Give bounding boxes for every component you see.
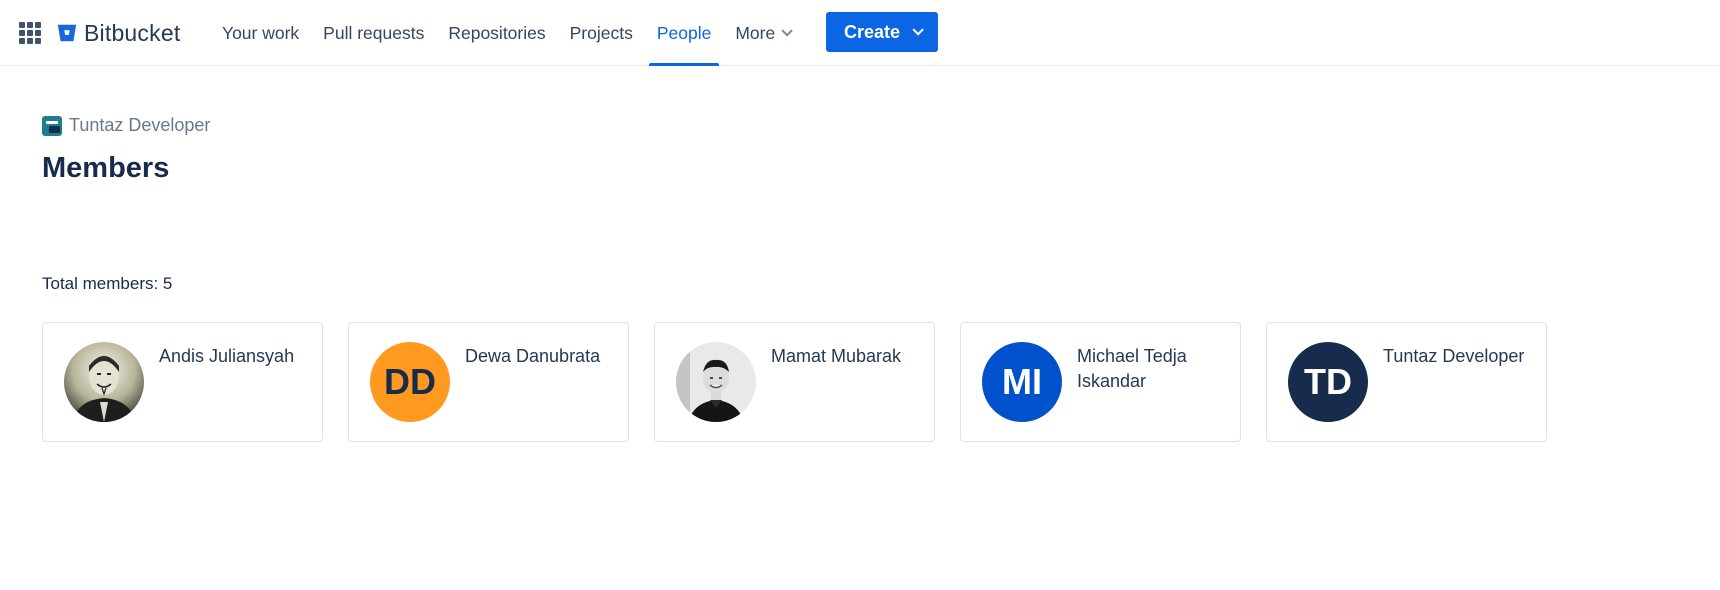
nav-projects[interactable]: Projects: [558, 0, 645, 66]
nav-your-work[interactable]: Your work: [210, 0, 311, 66]
breadcrumb: Tuntaz Developer: [42, 115, 210, 136]
member-card[interactable]: DD Dewa Danubrata: [348, 322, 629, 442]
brand-name: Bitbucket: [84, 19, 181, 46]
total-members-count: Total members: 5: [42, 274, 173, 293]
nav-more-label: More: [735, 22, 776, 43]
member-card[interactable]: MI Michael Tedja Iskandar: [960, 322, 1241, 442]
avatar: [676, 342, 756, 422]
avatar: DD: [370, 342, 450, 422]
member-name: Dewa Danubrata: [465, 346, 601, 366]
chevron-down-icon: [781, 25, 793, 37]
app-switcher-icon[interactable]: [19, 22, 41, 44]
nav-more[interactable]: More: [723, 0, 801, 66]
bitbucket-logo[interactable]: Bitbucket: [56, 18, 180, 48]
member-list: Andis Juliansyah DD Dewa Danubrata Mamat…: [42, 322, 1547, 442]
breadcrumb-workspace-link[interactable]: Tuntaz Developer: [69, 115, 210, 136]
mask-avatar-image: [64, 342, 144, 422]
bitbucket-logo-icon: [57, 24, 77, 42]
avatar: TD: [1288, 342, 1368, 422]
member-name: Tuntaz Developer: [1383, 346, 1525, 366]
main-nav: Your work Pull requests Repositories Pro…: [210, 0, 801, 66]
member-card[interactable]: Mamat Mubarak: [654, 322, 935, 442]
page-title: Members: [42, 152, 170, 184]
nav-people[interactable]: People: [645, 0, 724, 66]
member-name: Michael Tedja Iskandar: [1077, 346, 1187, 391]
avatar-initials: TD: [1304, 361, 1352, 402]
member-name: Andis Juliansyah: [159, 346, 295, 366]
create-button-label: Create: [843, 21, 901, 42]
avatar-initials: DD: [384, 361, 436, 402]
nav-pull-requests[interactable]: Pull requests: [311, 0, 436, 66]
avatar: MI: [982, 342, 1062, 422]
avatar-initials: MI: [1002, 361, 1042, 402]
member-card[interactable]: TD Tuntaz Developer: [1266, 322, 1547, 442]
nav-repositories[interactable]: Repositories: [436, 0, 557, 66]
member-card[interactable]: Andis Juliansyah: [42, 322, 323, 442]
chevron-down-icon: [912, 24, 924, 36]
person-avatar-image: [676, 342, 756, 422]
create-button[interactable]: Create: [826, 12, 938, 52]
member-name: Mamat Mubarak: [771, 346, 902, 366]
workspace-icon: [42, 115, 62, 136]
top-navigation: Bitbucket Your work Pull requests Reposi…: [0, 0, 1720, 66]
avatar: [64, 342, 144, 422]
